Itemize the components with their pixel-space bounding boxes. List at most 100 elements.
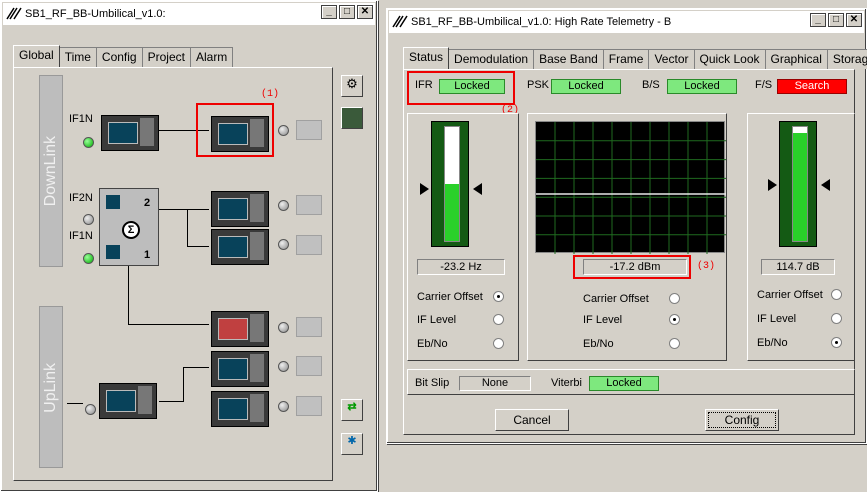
center-radio-1[interactable]	[669, 314, 680, 325]
if1-led	[83, 137, 94, 148]
bs-status: Locked	[667, 79, 737, 94]
left-gauge	[431, 121, 469, 247]
demod-device-2-icon[interactable]	[211, 229, 269, 265]
status-box-2	[296, 195, 322, 215]
window-title: SB1_RF_BB-Umbilical_v1.0:	[25, 8, 166, 20]
generator-device-2-icon[interactable]	[211, 391, 269, 427]
status-led-1	[278, 125, 289, 136]
left-radio-1[interactable]	[493, 314, 504, 325]
status-led-5	[278, 361, 289, 372]
demod-device-1-icon[interactable]	[211, 191, 269, 227]
left-gauge-fill	[445, 184, 459, 241]
status-led-2	[278, 200, 289, 211]
fs-label: F/S	[755, 79, 773, 91]
right-readout: 114.7 dB	[761, 259, 835, 275]
tab-global[interactable]: Global	[13, 45, 60, 67]
status-led-3	[278, 239, 289, 250]
generator-device-1-icon[interactable]	[211, 351, 269, 387]
tab-demodulation[interactable]: Demodulation	[448, 49, 535, 69]
center-radio-label-2: Eb/No	[583, 338, 614, 350]
status-led-6	[278, 401, 289, 412]
left-radio-label-2: Eb/No	[417, 338, 448, 350]
viterbi-status: Locked	[589, 376, 659, 391]
minimize-button[interactable]: _	[810, 13, 826, 27]
bs-label: B/S	[642, 79, 660, 91]
tab-status[interactable]: Status	[403, 47, 450, 69]
close-button[interactable]: ✕	[357, 5, 373, 19]
receiver-device-icon[interactable]	[101, 115, 159, 151]
left-readout: -23.2 Hz	[417, 259, 505, 275]
spectrum-grid	[536, 122, 726, 254]
status-box-6	[296, 396, 322, 416]
window-umbilical-global: SB1_RF_BB-Umbilical_v1.0: _ □ ✕ Global T…	[0, 0, 378, 492]
uplink-bar: UpLink	[39, 306, 63, 468]
downlink-label: DownLink	[42, 136, 59, 207]
bit-slip-label: Bit Slip	[415, 377, 450, 389]
tab-vector[interactable]: Vector	[648, 49, 695, 69]
switch-device-icon[interactable]: Σ 2 1	[99, 188, 159, 266]
right-radio-label-0: Carrier Offset	[757, 289, 823, 301]
switch-port-2: 2	[144, 197, 151, 209]
left-radio-2[interactable]	[493, 338, 504, 349]
psk-status: Locked	[551, 79, 621, 94]
right-gauge	[779, 121, 817, 247]
scope-tool-button[interactable]	[341, 107, 363, 129]
center-radio-label-0: Carrier Offset	[583, 293, 649, 305]
if-label-3: IF1N	[69, 230, 93, 242]
status-box-4	[296, 317, 322, 337]
status-box-1	[296, 120, 322, 140]
if-label-1: IF1N	[69, 113, 93, 125]
switch-port-1: 1	[144, 249, 151, 261]
cancel-button[interactable]: Cancel	[495, 409, 569, 431]
plot-tool-button[interactable]: ⚙	[341, 75, 363, 97]
downlink-bar: DownLink	[39, 75, 63, 267]
left-radio-0[interactable]	[493, 291, 504, 302]
tab-time[interactable]: Time	[58, 47, 97, 67]
window-high-rate-telemetry: SB1_RF_BB-Umbilical_v1.0: High Rate Tele…	[386, 8, 867, 444]
if-label-2: IF2N	[69, 192, 93, 204]
config-button[interactable]: Config	[705, 409, 779, 431]
tab-quick-look[interactable]: Quick Look	[693, 49, 766, 69]
right-radio-2[interactable]	[831, 337, 842, 348]
refresh-tool-button[interactable]: ⇄	[341, 399, 363, 421]
highlight-box-1	[196, 103, 274, 157]
status-box-3	[296, 235, 322, 255]
right-gauge-marker-l	[768, 179, 777, 191]
uplink-led	[85, 404, 96, 415]
left-gauge-track	[444, 126, 460, 242]
right-radio-1[interactable]	[831, 313, 842, 324]
right-gauge-marker-r	[821, 179, 830, 191]
minimize-button[interactable]: _	[321, 5, 337, 19]
viterbi-label: Viterbi	[551, 377, 582, 389]
left-gauge-marker-l	[420, 183, 429, 195]
fs-status: Search	[777, 79, 847, 94]
left-gauge-marker-r	[473, 183, 482, 195]
right-radio-0[interactable]	[831, 289, 842, 300]
highlight-box-2	[407, 71, 515, 105]
title-bar-2[interactable]: SB1_RF_BB-Umbilical_v1.0: High Rate Tele…	[389, 11, 864, 33]
maximize-button[interactable]: □	[828, 13, 844, 27]
center-radio-0[interactable]	[669, 293, 680, 304]
annotation-3: (3)	[697, 261, 716, 272]
maximize-button[interactable]: □	[339, 5, 355, 19]
highlight-box-3	[573, 255, 691, 279]
right-gauge-fill	[793, 132, 807, 241]
tab-graphical[interactable]: Graphical	[764, 49, 828, 69]
close-button[interactable]: ✕	[846, 13, 862, 27]
app-logo-icon	[392, 15, 408, 28]
tab-storage[interactable]: Storage	[826, 49, 867, 69]
tab-alarm[interactable]: Alarm	[189, 47, 234, 67]
settings-tool-button[interactable]: ✱	[341, 433, 363, 455]
title-bar[interactable]: SB1_RF_BB-Umbilical_v1.0: _ □ ✕	[3, 3, 375, 25]
tab-project[interactable]: Project	[141, 47, 191, 67]
center-radio-label-1: IF Level	[583, 314, 623, 326]
app-logo-icon	[6, 7, 22, 20]
tab-base-band[interactable]: Base Band	[533, 49, 604, 69]
right-gauge-track	[792, 126, 808, 242]
modulator-device-icon[interactable]	[211, 311, 269, 347]
uplink-label: UpLink	[42, 363, 59, 413]
uplink-device-icon[interactable]	[99, 383, 157, 419]
tab-frame[interactable]: Frame	[602, 49, 650, 69]
tab-config[interactable]: Config	[95, 47, 143, 67]
center-radio-2[interactable]	[669, 338, 680, 349]
